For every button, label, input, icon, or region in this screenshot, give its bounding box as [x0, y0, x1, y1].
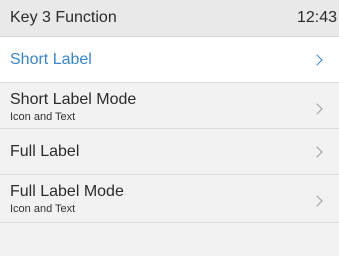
page-title: Key 3 Function [10, 9, 117, 26]
menu-item-short-label-mode[interactable]: Short Label Mode Icon and Text [0, 83, 339, 129]
menu-item-full-label[interactable]: Full Label [0, 129, 339, 175]
chevron-right-icon [311, 54, 323, 66]
menu-item-full-label-mode[interactable]: Full Label Mode Icon and Text [0, 175, 339, 223]
menu-item-short-label[interactable]: Short Label [0, 37, 339, 83]
header-bar: Key 3 Function 12:43 [0, 0, 339, 37]
menu-item-sublabel: Icon and Text [10, 111, 76, 123]
menu-list: Short Label Short Label Mode Icon and Te… [0, 37, 339, 223]
chevron-right-icon [311, 195, 323, 207]
clock: 12:43 [296, 9, 337, 26]
menu-item-label: Short Label Mode [10, 91, 137, 108]
chevron-right-icon [311, 103, 323, 115]
menu-item-sublabel: Icon and Text [10, 203, 76, 215]
menu-item-label: Full Label Mode [10, 183, 124, 200]
phone-screen: Key 3 Function 12:43 Short Label Short L… [0, 0, 339, 256]
menu-item-label: Short Label [10, 51, 92, 68]
chevron-right-icon [311, 146, 323, 158]
menu-item-label: Full Label [10, 143, 80, 160]
